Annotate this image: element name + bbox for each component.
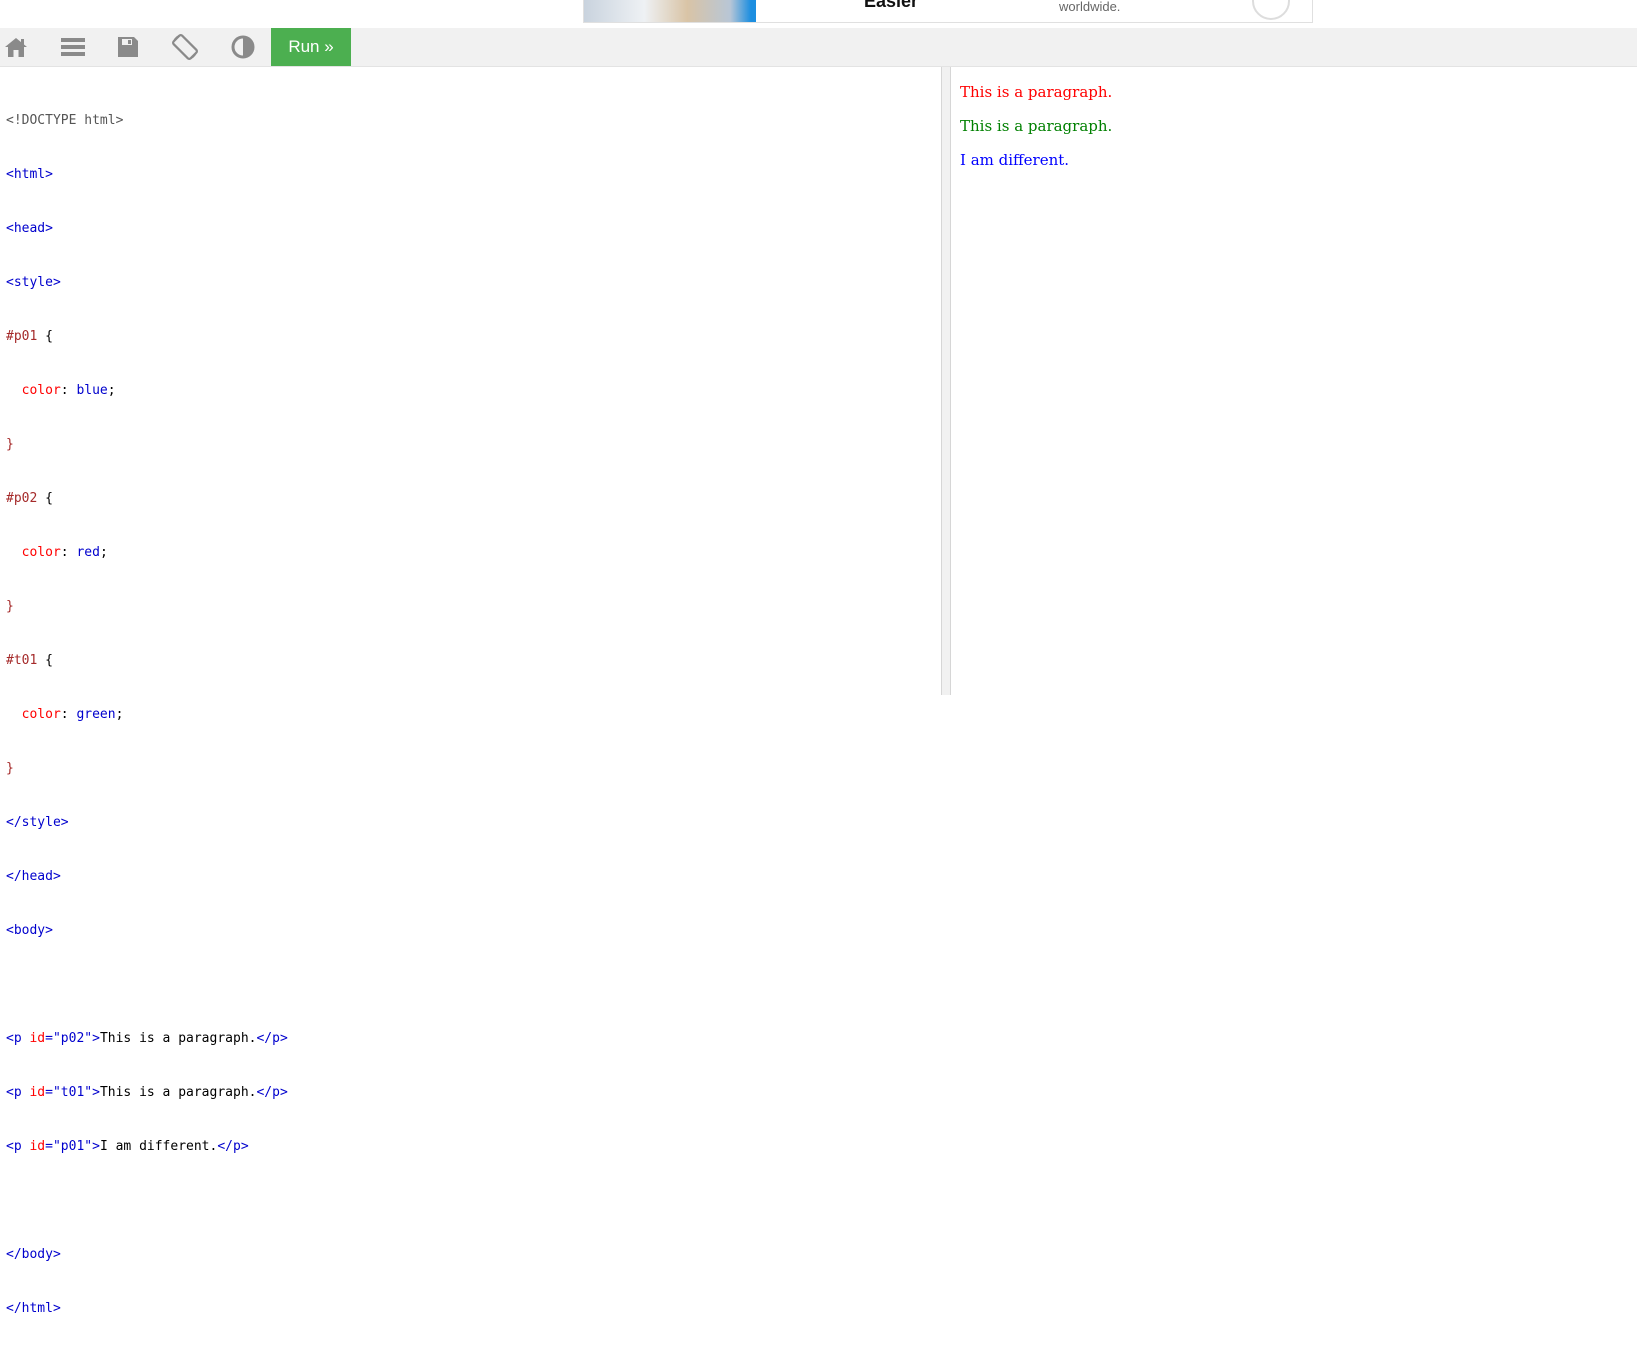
editor-toolbar: Run »: [0, 28, 1637, 67]
code-line: }: [6, 599, 14, 614]
code-line: <p id="p02">This is a paragraph.</p>: [6, 1031, 288, 1046]
code-line: <p id="t01">This is a paragraph.</p>: [6, 1085, 288, 1100]
code-line: #t01 {: [6, 653, 53, 668]
code-line: <!DOCTYPE html>: [6, 113, 124, 128]
code-line: <p id="p01">I am different.</p>: [6, 1139, 249, 1154]
code-line: <head>: [6, 221, 53, 236]
ad-button-circle[interactable]: [1252, 0, 1290, 20]
code-line: <html>: [6, 167, 53, 182]
code-line: color: blue;: [21, 383, 116, 398]
code-line: </style>: [6, 815, 69, 830]
menu-icon[interactable]: [53, 28, 93, 66]
code-text[interactable]: <!DOCTYPE html> <html> <head> <style> #p…: [6, 76, 288, 1354]
ad-title[interactable]: Easier: [864, 0, 918, 12]
code-line: <style>: [6, 275, 61, 290]
code-line: }: [6, 437, 14, 452]
code-line: </body>: [6, 1247, 61, 1262]
ad-banner-area: Easier worldwide.: [0, 0, 1637, 28]
home-icon[interactable]: [0, 28, 36, 66]
preview-paragraph-t01: This is a paragraph.: [960, 117, 1113, 135]
code-line: color: red;: [21, 545, 108, 560]
code-editor[interactable]: <!DOCTYPE html> <html> <head> <style> #p…: [0, 67, 941, 1316]
code-line: </head>: [6, 869, 61, 884]
run-button[interactable]: Run »: [271, 28, 351, 66]
code-line-empty: [6, 976, 288, 994]
code-line: #p02 {: [6, 491, 53, 506]
ad-image[interactable]: [584, 0, 756, 22]
advertisement[interactable]: Easier worldwide.: [583, 0, 1313, 23]
run-button-label: Run »: [288, 37, 334, 56]
code-line: }: [6, 761, 14, 776]
code-line: color: green;: [21, 707, 124, 722]
code-line: #p01 {: [6, 329, 53, 344]
save-icon[interactable]: [108, 28, 148, 66]
contrast-icon[interactable]: [223, 28, 263, 66]
code-line: <body>: [6, 923, 53, 938]
preview-paragraph-p02: This is a paragraph.: [960, 83, 1113, 101]
ad-text[interactable]: worldwide.: [1059, 0, 1120, 13]
rotate-icon[interactable]: [165, 28, 205, 66]
result-preview: This is a paragraph. This is a paragraph…: [951, 67, 1637, 695]
code-line-empty: [6, 1192, 288, 1210]
code-line: </html>: [6, 1301, 61, 1316]
pane-resize-handle[interactable]: [941, 67, 951, 695]
preview-paragraph-p01: I am different.: [960, 151, 1070, 169]
